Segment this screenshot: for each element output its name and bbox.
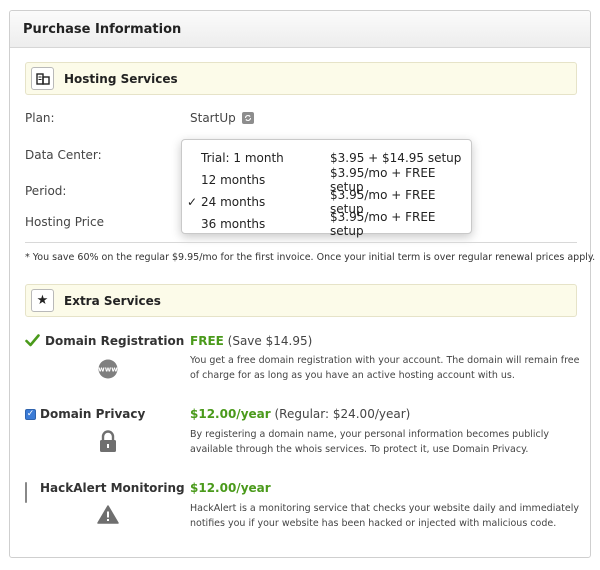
plan-label: Plan: xyxy=(25,111,55,125)
lock-icon xyxy=(98,430,118,457)
savings-note: * You save 60% on the regular $9.95/mo f… xyxy=(25,252,596,263)
www-icon-text: www xyxy=(98,366,118,374)
price-note: (Regular: $24.00/year) xyxy=(270,407,411,421)
www-icon: www xyxy=(96,359,120,383)
hackalert-checkbox[interactable] xyxy=(25,482,27,503)
extras-section-title: Extra Services xyxy=(64,293,161,308)
checkbox-checked-icon: ✓ xyxy=(25,409,36,420)
star-icon: ★ xyxy=(31,289,54,312)
panel-header: Purchase Information xyxy=(10,11,590,48)
period-option-term: 12 months xyxy=(201,173,266,187)
check-mark-icon: ✓ xyxy=(187,195,198,209)
period-option-price: $3.95 + $14.95 setup xyxy=(330,151,462,165)
hackalert-desc: HackAlert is a monitoring service that c… xyxy=(190,503,579,529)
plan-value: StartUp xyxy=(190,111,254,125)
price-note: (Save $14.95) xyxy=(223,334,313,348)
domain-privacy-desc: By registering a domain name, your perso… xyxy=(190,429,550,455)
change-plan-icon[interactable] xyxy=(241,112,254,124)
period-option-36-months[interactable]: 36 months $3.95/mo + FREE setup xyxy=(182,210,471,238)
domain-registration-name: Domain Registration xyxy=(45,334,185,348)
period-label: Period: xyxy=(25,184,67,198)
hosting-section-header: Hosting Services xyxy=(25,62,577,95)
plan-name: StartUp xyxy=(190,111,236,125)
period-option-term: 24 months xyxy=(201,195,266,209)
hackalert-name: HackAlert Monitoring xyxy=(40,481,185,495)
domain-privacy-price: $12.00/year (Regular: $24.00/year) xyxy=(190,407,410,421)
purchase-panel: Purchase Information Hosting Services Pl… xyxy=(9,10,595,558)
price-value: $12.00/year xyxy=(190,407,271,421)
domain-privacy-checkbox[interactable]: ✓ xyxy=(25,409,36,420)
period-option-term: Trial: 1 month xyxy=(201,151,284,165)
panel-title: Purchase Information xyxy=(23,21,182,37)
extras-section-header: ★ Extra Services xyxy=(25,284,577,317)
period-option-price: $3.95/mo + FREE setup xyxy=(330,210,436,238)
server-icon xyxy=(31,67,54,90)
included-check-icon xyxy=(25,332,40,351)
period-option-term: 36 months xyxy=(201,217,266,231)
price-value: FREE xyxy=(190,334,224,348)
domain-privacy-name: Domain Privacy xyxy=(40,407,146,421)
domain-registration-price: FREE (Save $14.95) xyxy=(190,334,312,348)
hackalert-price: $12.00/year xyxy=(190,481,271,495)
section-divider xyxy=(25,242,577,243)
domain-registration-desc: You get a free domain registration with … xyxy=(190,355,580,381)
hosting-price-label: Hosting Price xyxy=(25,215,104,229)
data-center-label: Data Center: xyxy=(25,148,102,162)
period-dropdown[interactable]: Trial: 1 month $3.95 + $14.95 setup 12 m… xyxy=(181,139,472,238)
price-value: $12.00/year xyxy=(190,481,271,495)
checkbox-unchecked-icon xyxy=(25,482,27,503)
warning-icon xyxy=(97,505,119,528)
hosting-section-title: Hosting Services xyxy=(64,71,178,86)
